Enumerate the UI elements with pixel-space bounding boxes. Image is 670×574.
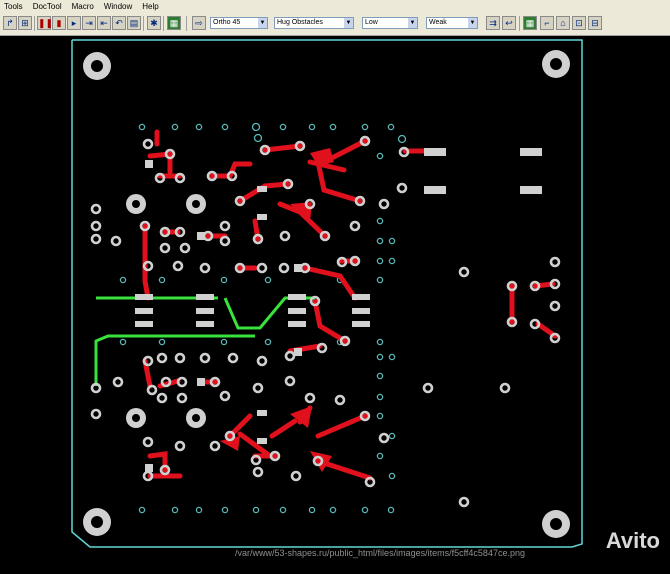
menu-help[interactable]: Help [138, 2, 164, 11]
pause-icon[interactable]: ❚❚ [37, 16, 53, 30]
pin-icon[interactable]: ⊞ [18, 16, 32, 30]
toolbar-separator [143, 16, 144, 31]
mitre-icon[interactable]: ⌐ [540, 16, 554, 30]
fanout-icon[interactable]: ⇉ [486, 16, 500, 30]
level-dropdown-value: Low [365, 19, 378, 26]
undo-route-icon[interactable]: ↶ [112, 16, 126, 30]
obstacle-mode-dropdown[interactable]: Hug Obstacles ▼ [274, 17, 354, 29]
watermark-logo: Avito [605, 528, 660, 553]
chevron-down-icon: ▼ [468, 18, 477, 28]
route-icon[interactable]: ↱ [3, 16, 17, 30]
toolbar-separator [186, 16, 187, 31]
pcb-canvas[interactable] [0, 36, 670, 574]
snap-icon[interactable]: ⇨ [192, 16, 206, 30]
toolbar-separator [519, 16, 520, 31]
board-view-icon[interactable]: ▦ [167, 16, 181, 30]
report-icon[interactable]: ▤ [127, 16, 141, 30]
menu-window[interactable]: Window [100, 2, 138, 11]
auto-route-icon[interactable]: ⇥ [82, 16, 96, 30]
angle-dropdown-value: Ortho 45 [213, 19, 241, 26]
lock-icon[interactable]: ⊟ [588, 16, 602, 30]
toolbar-separator [34, 16, 35, 31]
weak-dropdown-value: Weak [429, 19, 447, 26]
chevron-down-icon: ▼ [258, 18, 267, 28]
watermark-url: /var/www/53-shapes.ru/public_html/files/… [235, 548, 525, 558]
menu-doctool[interactable]: DocTool [29, 2, 68, 11]
glue-icon[interactable]: ⊡ [572, 16, 586, 30]
red-traces [142, 129, 558, 481]
shove-icon[interactable]: ⇤ [97, 16, 111, 30]
obstacle-mode-value: Hug Obstacles [277, 19, 323, 26]
toolbar-separator [163, 16, 164, 31]
teardrop-icon[interactable]: ⌂ [556, 16, 570, 30]
level-dropdown[interactable]: Low ▼ [362, 17, 418, 29]
angle-dropdown[interactable]: Ortho 45 ▼ [210, 17, 268, 29]
chevron-down-icon: ▼ [408, 18, 417, 28]
grid-icon[interactable]: ▦ [523, 16, 537, 30]
weak-dropdown[interactable]: Weak ▼ [426, 17, 478, 29]
hug-icon[interactable]: ↩ [502, 16, 516, 30]
settings-icon[interactable]: ✱ [147, 16, 161, 30]
stop-icon[interactable]: ▮ [52, 16, 66, 30]
toolbar: ↱ ⊞ ❚❚ ▮ ▸ ⇥ ⇤ ↶ ▤ ✱ ▦ ⇨ Ortho 45 ▼ Hug … [0, 12, 670, 36]
menu-macro[interactable]: Macro [68, 2, 100, 11]
chevron-down-icon: ▼ [344, 18, 353, 28]
menu-bar: Tools DocTool Macro Window Help [0, 0, 670, 12]
menu-tools[interactable]: Tools [0, 2, 29, 11]
step-icon[interactable]: ▸ [67, 16, 81, 30]
